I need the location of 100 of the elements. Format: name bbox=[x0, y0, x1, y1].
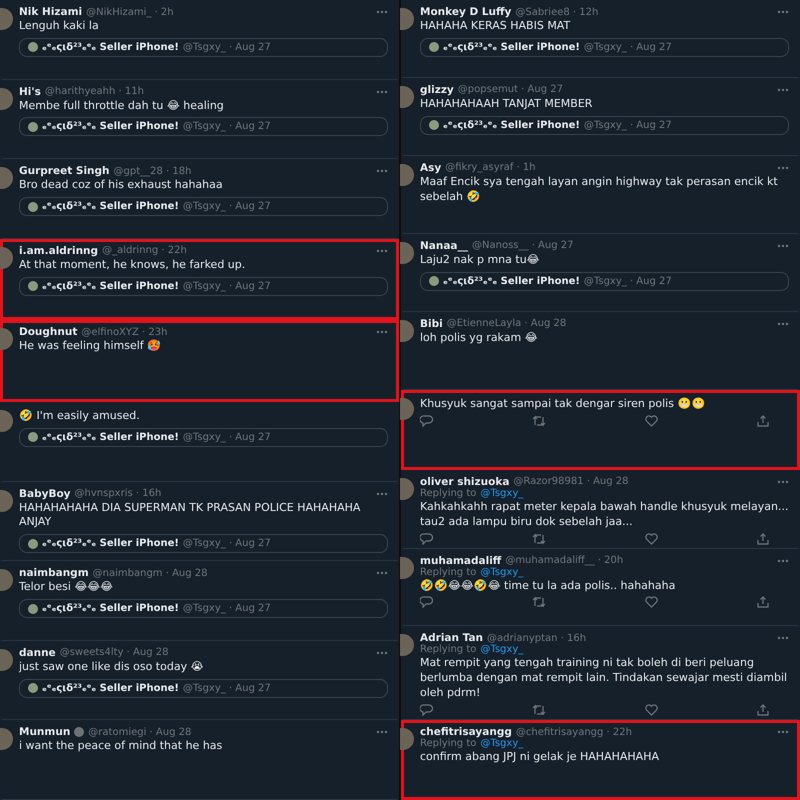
retweet-icon[interactable] bbox=[532, 596, 546, 608]
avatar bbox=[28, 432, 38, 442]
quote-card[interactable]: ₑᵉₑςιδ²³ₑᵉₑ Seller iPhone! @Tsgxy_ · Aug 27 bbox=[19, 38, 388, 57]
reply-icon[interactable] bbox=[420, 596, 433, 608]
quote-card[interactable]: ₑᵉₑςιδ²³ₑᵉₑ Seller iPhone! @Tsgxy_ · Aug 27 bbox=[19, 117, 388, 136]
retweet-icon[interactable] bbox=[532, 414, 546, 427]
handle-time: @Razor98981 · Aug 28 bbox=[513, 476, 629, 488]
tweet-text: Khusyuk sangat sampai tak dengar siren polis 😬😬 bbox=[420, 396, 706, 412]
handle-time: @EtienneLayla · Aug 28 bbox=[446, 318, 566, 330]
tweet-text: HAHAHA KERAS HABIS MAT bbox=[420, 19, 572, 34]
quote-handle-date: @Tsgxy_ · Aug 27 bbox=[182, 280, 271, 292]
more-icon[interactable] bbox=[376, 650, 388, 655]
tweet-text: Membe full throttle dah tu 😂 healing bbox=[19, 98, 225, 114]
quote-card[interactable]: ₑᵉₑςιδ²³ₑᵉₑ Seller iPhone! @Tsgxy_ · Aug 27 bbox=[19, 197, 388, 216]
like-icon[interactable] bbox=[645, 414, 658, 427]
more-icon[interactable] bbox=[376, 330, 388, 334]
retweet-icon[interactable] bbox=[532, 532, 546, 544]
tweet-text: i want the peace of mind that he has bbox=[19, 739, 224, 754]
user-name: Adrian Tan bbox=[420, 632, 484, 644]
user-name: oliver shizuoka bbox=[420, 476, 510, 488]
quote-card[interactable]: ₑᵉₑςιδ²³ₑᵉₑ Seller iPhone! @Tsgxy_ · Aug 27 bbox=[420, 116, 789, 135]
tweet-text: HAHAHAHAHA DIA SUPERMAN TK PRASAN POLICE HAHAHAHA ANJAY bbox=[19, 500, 362, 530]
reply-icon[interactable] bbox=[420, 704, 433, 716]
tweet-text: 🤣🤣😂😂🤣😂 time tu la ada polis.. hahahaha bbox=[420, 578, 676, 594]
quote-user-name: ₑᵉₑςιδ²³ₑᵉₑ Seller iPhone! bbox=[443, 120, 580, 131]
avatar bbox=[28, 538, 38, 549]
more-icon[interactable] bbox=[376, 10, 388, 14]
avatar bbox=[400, 398, 414, 420]
user-name: BabyBoy bbox=[19, 488, 71, 500]
retweet-icon[interactable] bbox=[532, 704, 546, 716]
handle-link[interactable]: @Tsgxy_ bbox=[480, 488, 524, 499]
share-icon[interactable] bbox=[757, 414, 769, 427]
like-icon[interactable] bbox=[645, 532, 658, 544]
more-icon[interactable] bbox=[777, 730, 789, 734]
quote-card[interactable]: ₑᵉₑςιδ²³ₑᵉₑ Seller iPhone! @Tsgxy_ · Aug 27 bbox=[19, 276, 388, 296]
quote-handle-date: @Tsgxy_ · Aug 27 bbox=[182, 603, 271, 614]
avatar bbox=[0, 728, 13, 750]
avatar bbox=[0, 569, 13, 592]
avatar bbox=[28, 604, 38, 614]
more-icon[interactable] bbox=[777, 480, 789, 484]
quote-handle-date: @Tsgxy_ · Aug 27 bbox=[182, 42, 271, 53]
avatar bbox=[28, 122, 38, 132]
tweet-text: Kahkahkahh rapat meter kepala bawah handle khusyuk melayan... tau2 ada lampu biru dok sebelah jaa... bbox=[420, 500, 789, 530]
tweet-text: HAHAHAHAAH TANJAT MEMBER bbox=[420, 96, 594, 112]
quote-card[interactable]: ₑᵉₑςιδ²³ₑᵉₑ Seller iPhone! @Tsgxy_ · Aug 27 bbox=[19, 599, 388, 618]
quote-card[interactable]: ₑᵉₑςιδ²³ₑᵉₑ Seller iPhone! @Tsgxy_ · Aug 27 bbox=[19, 534, 388, 554]
more-icon[interactable] bbox=[777, 558, 789, 562]
reply-icon[interactable] bbox=[420, 414, 433, 427]
handle-time: @elfinoXYZ · 23h bbox=[81, 326, 168, 338]
more-icon[interactable] bbox=[777, 166, 789, 170]
tweet-text: 🤣 I'm easily amused. bbox=[19, 408, 141, 424]
avatar bbox=[0, 246, 13, 269]
share-icon[interactable] bbox=[757, 596, 769, 608]
reply-icon[interactable] bbox=[420, 532, 433, 544]
user-name: glizzy bbox=[420, 84, 454, 96]
handle-link[interactable]: @Tsgxy_ bbox=[480, 644, 524, 656]
tweet-text: confirm abang JPJ ni gelak je HAHAHAHAHA bbox=[420, 750, 660, 765]
more-icon[interactable] bbox=[777, 10, 789, 14]
quote-card[interactable]: ₑᵉₑςιδ²³ₑᵉₑ Seller iPhone! @Tsgxy_ · Aug 27 bbox=[19, 678, 388, 698]
user-name: muhamadaliff bbox=[420, 554, 502, 566]
avatar bbox=[400, 242, 414, 264]
more-icon[interactable] bbox=[777, 88, 789, 92]
avatar bbox=[400, 320, 414, 342]
handle-link[interactable]: @Tsgxy_ bbox=[480, 566, 524, 578]
quote-user-name: ₑᵉₑςιδ²³ₑᵉₑ Seller iPhone! bbox=[42, 682, 179, 694]
more-icon[interactable] bbox=[376, 248, 388, 253]
more-icon[interactable] bbox=[376, 90, 388, 94]
quote-handle-date: @Tsgxy_ · Aug 27 bbox=[584, 120, 672, 131]
quote-handle-date: @Tsgxy_ · Aug 27 bbox=[182, 121, 271, 132]
quote-card[interactable]: ₑᵉₑςιδ²³ₑᵉₑ Seller iPhone! @Tsgxy_ · Aug 27 bbox=[420, 272, 789, 291]
avatar bbox=[400, 8, 414, 30]
more-icon[interactable] bbox=[777, 322, 789, 326]
more-icon[interactable] bbox=[777, 636, 789, 640]
more-icon[interactable] bbox=[376, 169, 388, 174]
quote-user-name: ₑᵉₑςιδ²³ₑᵉₑ Seller iPhone! bbox=[443, 276, 580, 287]
user-name: Munmun bbox=[19, 726, 70, 738]
more-icon[interactable] bbox=[376, 492, 388, 496]
quote-card[interactable]: ₑᵉₑςιδ²³ₑᵉₑ Seller iPhone! @Tsgxy_ · Aug 27 bbox=[19, 428, 388, 447]
quote-user-name: ₑᵉₑςιδ²³ₑᵉₑ Seller iPhone! bbox=[42, 432, 179, 443]
quote-handle-date: @Tsgxy_ · Aug 27 bbox=[584, 42, 672, 53]
tweet-text: Mat rempit yang tengah training ni tak boleh di beri peluang berlumba dengan mat rempit lain. Tindakan sewajar mesti diambil oleh pdrm! bbox=[420, 656, 788, 701]
more-icon[interactable] bbox=[376, 730, 388, 734]
avatar bbox=[28, 683, 38, 694]
user-name: Nik Hizami bbox=[19, 6, 82, 18]
avatar bbox=[400, 634, 414, 656]
avatar bbox=[0, 8, 13, 30]
quote-user-name: ₑᵉₑςιδ²³ₑᵉₑ Seller iPhone! bbox=[42, 201, 179, 212]
quote-card[interactable]: ₑᵉₑςιδ²³ₑᵉₑ Seller iPhone! @Tsgxy_ · Aug 27 bbox=[420, 38, 789, 57]
share-icon[interactable] bbox=[757, 532, 769, 544]
like-icon[interactable] bbox=[645, 704, 658, 716]
avatar bbox=[400, 86, 414, 108]
quote-user-name: ₑᵉₑςιδ²³ₑᵉₑ Seller iPhone! bbox=[42, 603, 179, 614]
tweet-text: Laju2 nak p mna tu😂 bbox=[420, 252, 541, 268]
more-icon[interactable] bbox=[777, 244, 789, 248]
more-icon[interactable] bbox=[376, 571, 388, 576]
handle-time: @fikry_asyraf · 1h bbox=[445, 162, 536, 174]
like-icon[interactable] bbox=[645, 596, 658, 608]
share-icon[interactable] bbox=[757, 704, 769, 716]
handle-link[interactable]: @Tsgxy_ bbox=[480, 738, 524, 749]
tweet-text: Maaf Encik sya tengah layan angin highway tak perasan encik kt sebelah 🤣 bbox=[420, 174, 779, 205]
